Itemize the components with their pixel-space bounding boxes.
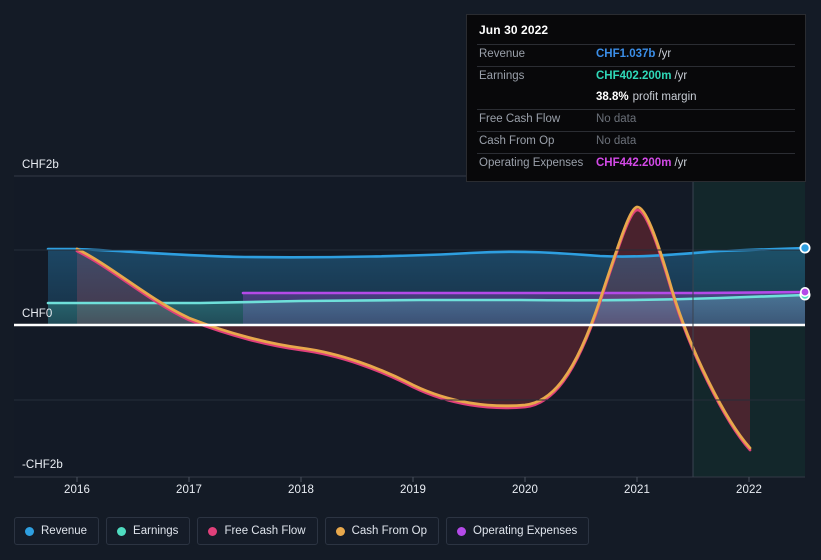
legend-label-earnings: Earnings (133, 525, 179, 537)
revenue-endpoint-marker (799, 242, 811, 254)
legend-item-free-cash-flow[interactable]: Free Cash Flow (197, 517, 318, 545)
legend-item-cash-from-op[interactable]: Cash From Op (324, 517, 440, 545)
y-axis-label-zero: CHF0 (22, 308, 53, 320)
legend-dot-earnings-icon (117, 526, 127, 536)
legend-item-earnings[interactable]: Earnings (106, 517, 191, 545)
tooltip-value-operating-expenses: CHF442.200m (596, 157, 672, 169)
tooltip-row-cash-from-op: Cash From Op No data (477, 131, 795, 153)
y-axis-label-bottom: -CHF2b (22, 459, 63, 471)
legend-label-free-cash-flow: Free Cash Flow (224, 525, 306, 537)
operating-expenses-endpoint-marker (799, 286, 810, 297)
tooltip-row-revenue: Revenue CHF1.037b /yr (477, 44, 795, 66)
tooltip-unit-revenue: /yr (658, 48, 672, 60)
chart-tooltip: Jun 30 2022 Revenue CHF1.037b /yr Earnin… (466, 14, 806, 182)
financial-chart-app: CHF2b CHF0 -CHF2b 2016 2017 2018 2019 20… (0, 0, 821, 560)
x-axis-label-2020: 2020 (512, 484, 538, 496)
tooltip-label-earnings: Earnings (479, 70, 525, 82)
tooltip-unit-profit-margin: profit margin (632, 91, 697, 103)
tooltip-value-free-cash-flow: No data (596, 113, 637, 125)
tooltip-date: Jun 30 2022 (479, 23, 549, 37)
legend-label-cash-from-op: Cash From Op (351, 525, 428, 537)
legend-label-revenue: Revenue (41, 525, 88, 537)
tooltip-label-revenue: Revenue (479, 48, 526, 60)
x-axis-label-2017: 2017 (176, 484, 202, 496)
tooltip-value-earnings: CHF402.200m (596, 70, 672, 82)
legend-dot-operating-expenses-icon (457, 526, 467, 536)
chart-legend: Revenue Earnings Free Cash Flow Cash Fro… (14, 517, 590, 545)
tooltip-row-earnings: Earnings CHF402.200m /yr (477, 66, 795, 88)
tooltip-value-cash-from-op: No data (596, 135, 637, 147)
legend-dot-free-cash-flow-icon (208, 526, 218, 536)
legend-dot-revenue-icon (25, 526, 34, 536)
tooltip-unit-earnings: /yr (674, 70, 688, 82)
legend-item-operating-expenses[interactable]: Operating Expenses (446, 517, 590, 545)
tooltip-label-free-cash-flow: Free Cash Flow (479, 113, 561, 125)
tooltip-label-operating-expenses: Operating Expenses (479, 157, 584, 169)
x-axis-label-2022: 2022 (736, 484, 762, 496)
tooltip-unit-operating-expenses: /yr (674, 157, 688, 169)
x-axis-label-2021: 2021 (624, 484, 650, 496)
tooltip-row-free-cash-flow: Free Cash Flow No data (477, 109, 795, 131)
y-axis-label-top: CHF2b (22, 159, 59, 171)
legend-label-operating-expenses: Operating Expenses (473, 525, 578, 537)
tooltip-row-profit-margin: 38.8% profit margin (477, 88, 795, 109)
x-axis-label-2018: 2018 (288, 484, 314, 496)
legend-dot-cash-from-op-icon (335, 526, 345, 536)
tooltip-value-revenue: CHF1.037b (596, 48, 656, 60)
legend-item-revenue[interactable]: Revenue (14, 517, 100, 545)
x-axis-label-2019: 2019 (400, 484, 426, 496)
tooltip-row-operating-expenses: Operating Expenses CHF442.200m /yr (477, 153, 795, 175)
tooltip-label-cash-from-op: Cash From Op (479, 135, 555, 147)
x-tick-marks (76, 477, 750, 482)
tooltip-value-profit-margin: 38.8% (596, 91, 629, 103)
x-axis-label-2016: 2016 (64, 484, 90, 496)
operating-expenses-line (241, 290, 805, 295)
